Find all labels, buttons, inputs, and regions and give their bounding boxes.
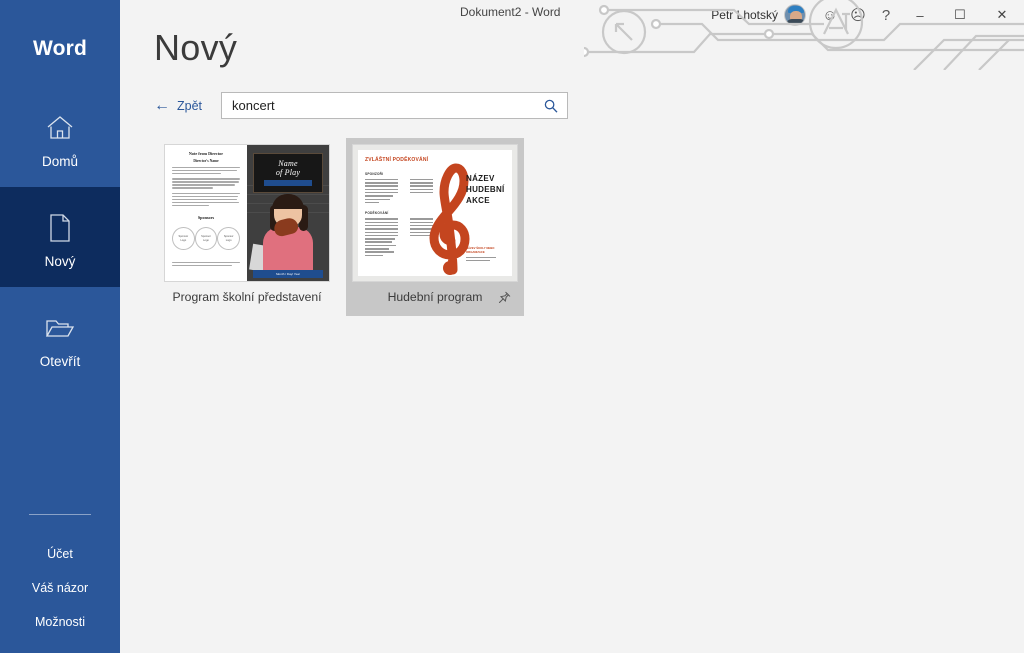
user-name-label[interactable]: Petr Lhotský bbox=[711, 8, 778, 22]
open-folder-icon bbox=[44, 306, 76, 350]
back-button-label: Zpět bbox=[177, 99, 202, 113]
preview-logo-label: Logo bbox=[226, 239, 232, 243]
back-button[interactable]: ← Zpět bbox=[154, 98, 202, 114]
search-row: ← Zpět bbox=[154, 92, 568, 119]
sidebar: Word Domů bbox=[0, 0, 120, 653]
sidebar-item-new-label: Nový bbox=[45, 254, 76, 269]
template-caption: Program školní představení bbox=[164, 282, 330, 312]
template-results-grid: Note from Director Director's Name bbox=[158, 138, 524, 316]
preview-photo-person bbox=[257, 193, 319, 271]
preview-organization-heading: NÁZEV ŠKOLY NEBO ORGANIZACE bbox=[466, 246, 512, 254]
preview-event-title: NÁZEV HUDEBNÍ AKCE bbox=[466, 174, 505, 206]
page-title: Nový bbox=[154, 27, 237, 69]
sidebar-item-home-label: Domů bbox=[42, 154, 78, 169]
search-box[interactable] bbox=[221, 92, 568, 119]
preview-sponsor-circle: Sponsor Logo bbox=[195, 227, 218, 250]
preview-logo-label: Logo bbox=[180, 239, 186, 243]
sidebar-item-open-label: Otevřít bbox=[40, 354, 81, 369]
preview-title-banner: Name of Play bbox=[253, 153, 323, 193]
template-thumbnail[interactable]: ZVLÁŠTNÍ PODĚKOVÁNÍ SPONZOŘI bbox=[352, 144, 518, 282]
search-icon[interactable] bbox=[541, 99, 561, 113]
preview-event-title-line2: HUDEBNÍ bbox=[466, 185, 505, 194]
word-start-screen: Word Domů bbox=[0, 0, 1024, 653]
sidebar-item-home[interactable]: Domů bbox=[0, 87, 120, 187]
back-arrow-icon: ← bbox=[154, 98, 170, 114]
document-title: Dokument2 - Word bbox=[460, 5, 560, 19]
preview-heading: Note from Director bbox=[172, 151, 240, 156]
app-brand-label: Word bbox=[0, 0, 120, 61]
sidebar-divider bbox=[29, 514, 91, 515]
template-preview-left-page: Note from Director Director's Name bbox=[165, 145, 247, 281]
preview-sponsor-circle: Sponsor Logo bbox=[172, 227, 195, 250]
title-bar-controls: Petr Lhotský ☺ ☹ ? – ☐ ✕ bbox=[711, 0, 1024, 30]
preview-event-title-line1: NÁZEV bbox=[466, 174, 495, 183]
sidebar-bottom-links: Účet Váš názor Možnosti bbox=[0, 514, 120, 639]
preview-event-title-line3: AKCE bbox=[466, 196, 490, 205]
help-icon[interactable]: ? bbox=[872, 0, 900, 30]
preview-sponsor-circle: Sponsor Logo bbox=[217, 227, 240, 250]
preview-subheading: Director's Name bbox=[172, 159, 240, 163]
home-icon bbox=[45, 106, 75, 150]
sidebar-link-feedback[interactable]: Váš názor bbox=[0, 571, 120, 605]
sidebar-item-open[interactable]: Otevřít bbox=[0, 287, 120, 387]
template-card[interactable]: Note from Director Director's Name bbox=[158, 138, 336, 316]
minimize-button[interactable]: – bbox=[900, 0, 940, 30]
preview-logo-label: Logo bbox=[203, 239, 209, 243]
smile-feedback-icon[interactable]: ☺ bbox=[816, 0, 844, 30]
template-caption: Hudební program bbox=[352, 282, 518, 312]
template-thumbnail[interactable]: Note from Director Director's Name bbox=[164, 144, 330, 282]
preview-play-title-line1: Name bbox=[278, 159, 297, 168]
pin-icon[interactable] bbox=[496, 289, 512, 305]
preview-play-title-line2: of Play bbox=[276, 168, 300, 177]
template-preview-right-page: Name of Play Month / Day/ Year bbox=[247, 145, 329, 281]
template-card[interactable]: ZVLÁŠTNÍ PODĚKOVÁNÍ SPONZOŘI bbox=[346, 138, 524, 316]
new-document-icon bbox=[47, 206, 73, 250]
preview-footer-bar: Month / Day/ Year bbox=[253, 270, 323, 278]
sidebar-item-new[interactable]: Nový bbox=[0, 187, 120, 287]
sidebar-link-options[interactable]: Možnosti bbox=[0, 605, 120, 639]
frown-feedback-icon[interactable]: ☹ bbox=[844, 0, 872, 30]
template-caption-label: Program školní představení bbox=[172, 290, 321, 304]
preview-footer-text: Month / Day/ Year bbox=[253, 270, 323, 278]
sidebar-link-account[interactable]: Účet bbox=[0, 537, 120, 571]
template-caption-label: Hudební program bbox=[388, 290, 483, 304]
main-content: Dokument2 - Word Petr Lhotský ☺ ☹ ? – ☐ … bbox=[120, 0, 1024, 653]
maximize-button[interactable]: ☐ bbox=[940, 0, 980, 30]
preview-organization-block: NÁZEV ŠKOLY NEBO ORGANIZACE bbox=[466, 246, 512, 263]
sidebar-nav: Domů Nový Otevřít bbox=[0, 87, 120, 387]
close-button[interactable]: ✕ bbox=[980, 0, 1024, 30]
preview-section-title: Sponsors bbox=[172, 215, 240, 220]
avatar[interactable] bbox=[784, 4, 806, 26]
search-input[interactable] bbox=[232, 98, 541, 113]
